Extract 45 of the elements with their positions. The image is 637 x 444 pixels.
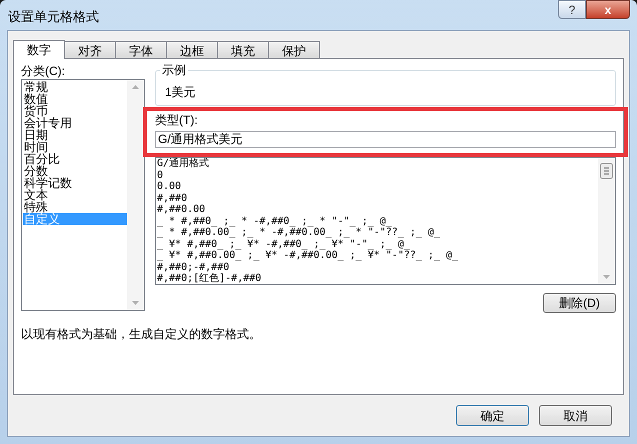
tab[interactable]: 数字 xyxy=(13,40,65,59)
tab[interactable]: 对齐 xyxy=(64,41,116,58)
tab[interactable]: 边框 xyxy=(166,41,218,58)
format-list[interactable] xyxy=(155,157,616,285)
format-item[interactable]: _ * #,##0.00_ ;_ * -#,##0.00_ ;_ * "-"??_ ;_ @_ xyxy=(157,227,598,238)
description-text: 以现有格式为基础，生成自定义的数字格式。 xyxy=(21,327,262,341)
scroll-down-icon[interactable] xyxy=(132,301,139,305)
type-label: 类型(T): xyxy=(155,113,199,127)
delete-button[interactable]: 删除(D) xyxy=(543,293,616,313)
category-item[interactable]: 特殊 xyxy=(23,201,127,213)
scroll-down-icon[interactable] xyxy=(603,275,610,279)
category-item[interactable]: 百分比 xyxy=(23,153,127,165)
sample-value: 1美元 xyxy=(164,85,196,99)
category-item[interactable]: 科学记数 xyxy=(23,177,127,189)
format-item[interactable]: 0 xyxy=(157,170,598,181)
format-item[interactable]: #,##0;-#,##0 xyxy=(157,262,598,273)
category-item[interactable]: 日期 xyxy=(23,129,127,141)
category-label: 分类(C): xyxy=(21,64,66,78)
cancel-button[interactable]: 取消 xyxy=(539,405,612,426)
category-item[interactable]: 文本 xyxy=(23,189,127,201)
format-item[interactable]: #,##0;[红色]-#,##0 xyxy=(157,273,598,284)
category-item[interactable]: 会计专用 xyxy=(23,117,127,129)
help-button[interactable]: ? xyxy=(558,0,586,19)
ok-button[interactable]: 确定 xyxy=(456,405,529,426)
sample-label: 示例 xyxy=(160,63,188,77)
format-item[interactable]: G/通用格式 xyxy=(157,158,598,170)
tab[interactable]: 填充 xyxy=(217,41,269,58)
category-item[interactable]: 时间 xyxy=(23,141,127,153)
format-item[interactable]: _ * #,##0_ ;_ * -#,##0_ ;_ * "-"_ ;_ @_ xyxy=(157,216,598,227)
format-item[interactable]: _ ¥* #,##0_ ;_ ¥* -#,##0_ ;_ ¥* "-"_ ;_ @_ xyxy=(157,238,598,250)
tab[interactable]: 字体 xyxy=(115,41,167,58)
category-item[interactable]: 数值 xyxy=(23,93,127,105)
category-item[interactable]: 货币 xyxy=(23,105,127,117)
format-item[interactable]: #,##0.00 xyxy=(157,204,598,216)
window-title: 设置单元格格式 xyxy=(7,8,99,26)
scroll-thumb-icon[interactable] xyxy=(600,163,613,179)
format-item[interactable]: _ ¥* #,##0.00_ ;_ ¥* -#,##0.00_ ;_ ¥* "-"??_ ;_ @_ xyxy=(157,250,598,262)
category-item[interactable]: 分数 xyxy=(23,165,127,177)
format-item[interactable]: #,##0 xyxy=(157,192,598,204)
format-item[interactable]: 0.00 xyxy=(157,181,598,192)
category-item[interactable]: 常规 xyxy=(23,81,127,93)
type-field[interactable]: G/通用格式美元 xyxy=(155,130,616,148)
category-list[interactable]: 常规 数值 货币 会计专用 日期 时间 百分比 分数 科学记数 文本 特殊 自定义 xyxy=(21,79,145,311)
scroll-up-icon[interactable] xyxy=(132,85,139,89)
tab[interactable]: 保护 xyxy=(268,41,320,58)
